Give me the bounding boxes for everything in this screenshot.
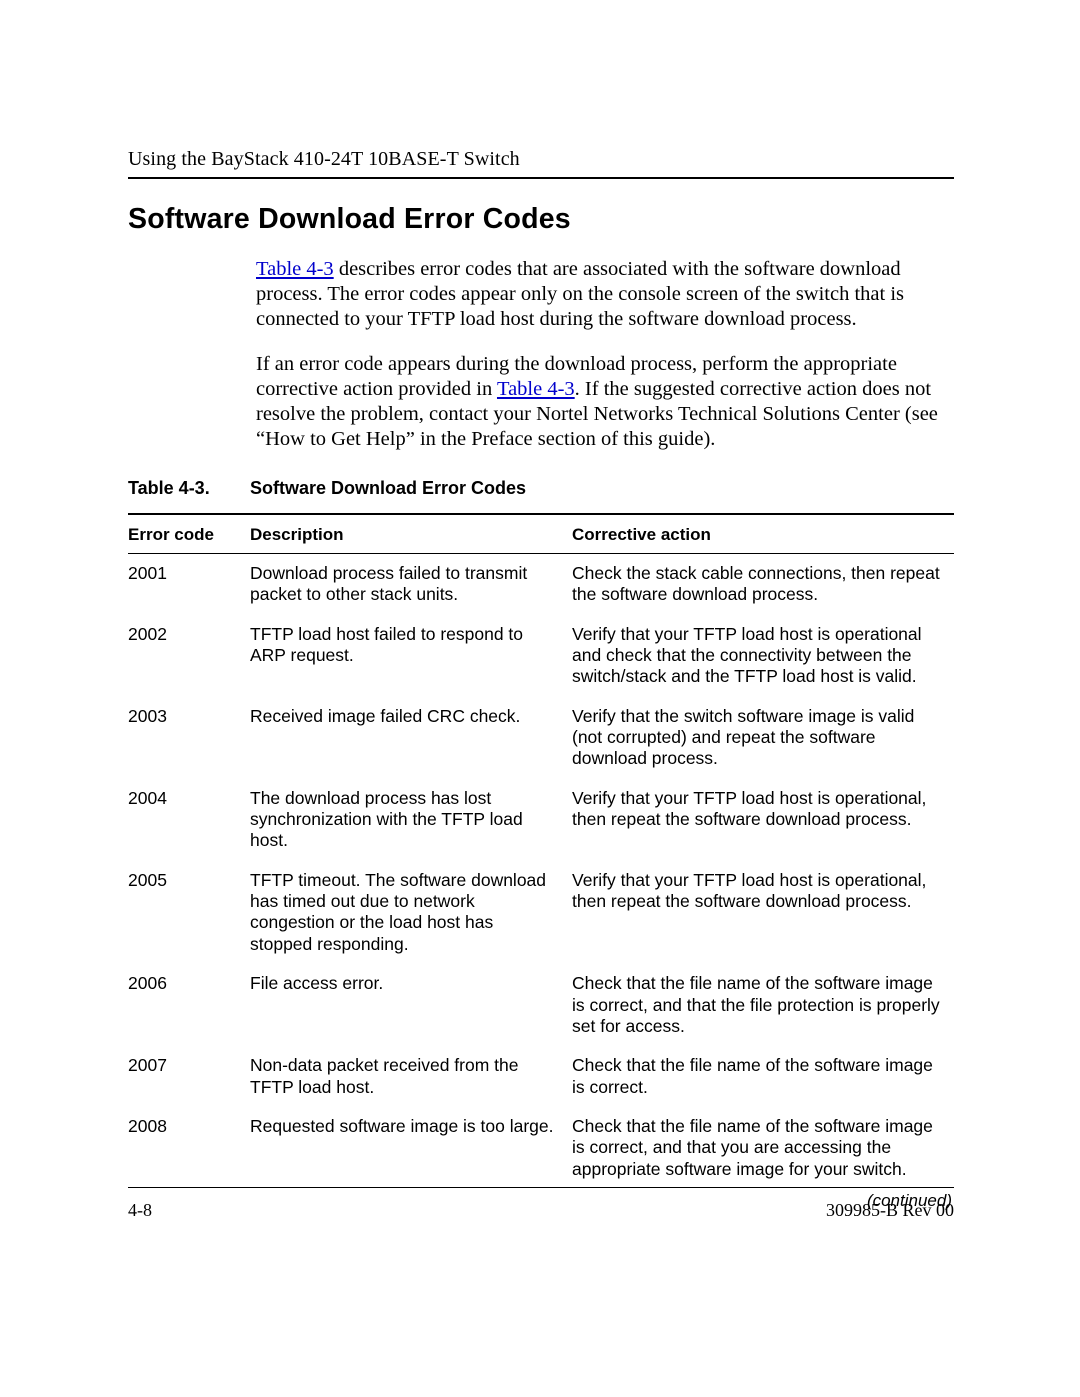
cell-desc: TFTP load host failed to respond to ARP … <box>250 615 572 697</box>
cell-action: Check that the file name of the software… <box>572 1046 954 1107</box>
cell-desc: Requested software image is too large. <box>250 1107 572 1189</box>
cell-code: 2006 <box>128 964 250 1046</box>
cell-action: Check that the file name of the software… <box>572 1107 954 1189</box>
cell-desc: TFTP timeout. The software download has … <box>250 861 572 964</box>
th-error-code: Error code <box>128 514 250 554</box>
cell-code: 2001 <box>128 554 250 615</box>
page-footer: 4-8 309985-B Rev 00 <box>128 1200 954 1221</box>
cell-action: Check that the file name of the software… <box>572 964 954 1046</box>
cell-action: Verify that your TFTP load host is opera… <box>572 779 954 861</box>
table-row: 2005TFTP timeout. The software download … <box>128 861 954 964</box>
table-link-2[interactable]: Table 4-3 <box>497 378 575 400</box>
cell-desc: The download process has lost synchroniz… <box>250 779 572 861</box>
cell-code: 2002 <box>128 615 250 697</box>
th-action: Corrective action <box>572 514 954 554</box>
cell-desc: Received image failed CRC check. <box>250 697 572 779</box>
cell-code: 2007 <box>128 1046 250 1107</box>
table-link-1[interactable]: Table 4-3 <box>256 258 334 280</box>
cell-desc: File access error. <box>250 964 572 1046</box>
cell-desc: Non-data packet received from the TFTP l… <box>250 1046 572 1107</box>
th-description: Description <box>250 514 572 554</box>
cell-desc: Download process failed to transmit pack… <box>250 554 572 615</box>
table-row: 2007Non-data packet received from the TF… <box>128 1046 954 1107</box>
table-body: 2001Download process failed to transmit … <box>128 554 954 1189</box>
table-row: 2006File access error.Check that the fil… <box>128 964 954 1046</box>
table-caption: Table 4-3.Software Download Error Codes <box>128 478 954 499</box>
footer-rule <box>128 1187 954 1188</box>
table-row: 2002TFTP load host failed to respond to … <box>128 615 954 697</box>
doc-id: 309985-B Rev 00 <box>826 1200 954 1221</box>
table-row: 2008Requested software image is too larg… <box>128 1107 954 1189</box>
page-content: Using the BayStack 410-24T 10BASE-T Swit… <box>128 148 954 1211</box>
cell-action: Check the stack cable connections, then … <box>572 554 954 615</box>
cell-code: 2005 <box>128 861 250 964</box>
intro-paragraph-2: If an error code appears during the down… <box>256 352 954 452</box>
running-header: Using the BayStack 410-24T 10BASE-T Swit… <box>128 148 954 171</box>
table-number: Table 4-3. <box>128 478 250 499</box>
cell-code: 2004 <box>128 779 250 861</box>
cell-action: Verify that the switch software image is… <box>572 697 954 779</box>
header-rule <box>128 177 954 179</box>
cell-action: Verify that your TFTP load host is opera… <box>572 861 954 964</box>
page-number: 4-8 <box>128 1200 152 1221</box>
cell-code: 2003 <box>128 697 250 779</box>
cell-action: Verify that your TFTP load host is opera… <box>572 615 954 697</box>
cell-code: 2008 <box>128 1107 250 1189</box>
table-row: 2004The download process has lost synchr… <box>128 779 954 861</box>
para1-text: describes error codes that are associate… <box>256 258 904 330</box>
error-codes-table: Error code Description Corrective action… <box>128 513 954 1189</box>
table-header-row: Error code Description Corrective action <box>128 514 954 554</box>
table-row: 2001Download process failed to transmit … <box>128 554 954 615</box>
section-heading: Software Download Error Codes <box>128 203 954 236</box>
table-row: 2003Received image failed CRC check.Veri… <box>128 697 954 779</box>
intro-paragraph-1: Table 4-3 describes error codes that are… <box>256 257 954 332</box>
table-title: Software Download Error Codes <box>250 478 526 498</box>
